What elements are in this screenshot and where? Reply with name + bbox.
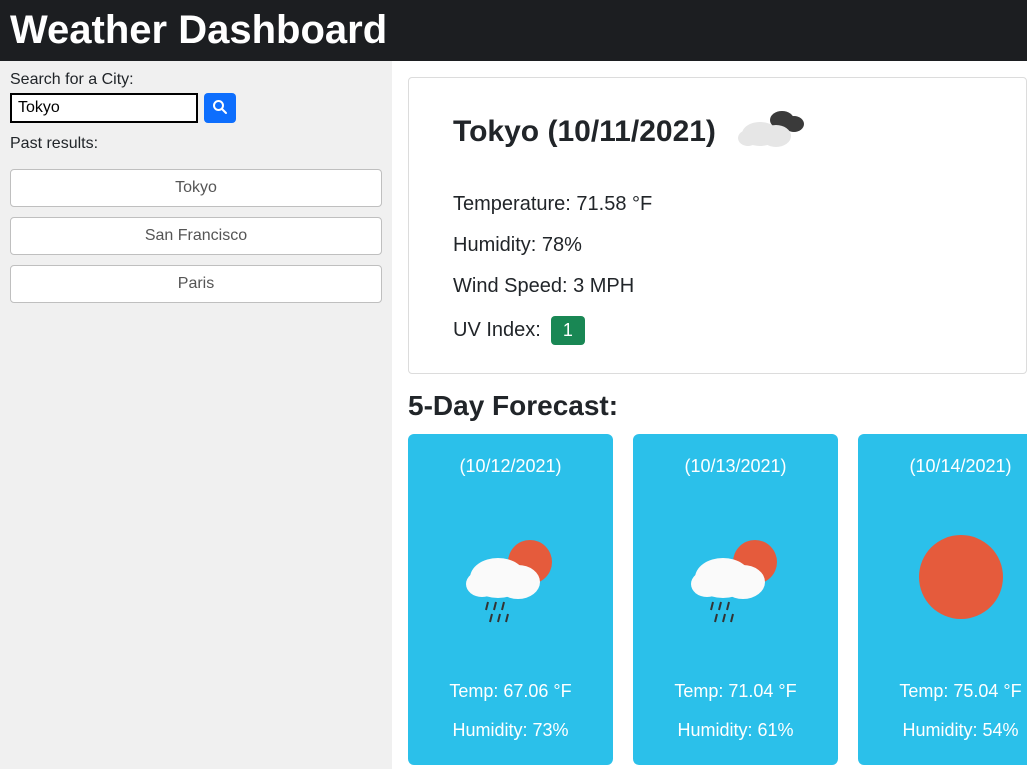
- uv-index-label: UV Index:: [453, 319, 541, 342]
- current-title-row: Tokyo (10/11/2021): [453, 106, 982, 157]
- past-results-label: Past results:: [10, 135, 382, 153]
- forecast-temp: Temp: 67.06 °F: [420, 681, 601, 702]
- sun-icon: [870, 517, 1027, 637]
- rain-sun-icon: [420, 517, 601, 637]
- current-temperature: Temperature: 71.58 °F: [453, 193, 982, 216]
- cloudy-icon: [736, 106, 808, 157]
- main: Tokyo (10/11/2021) Temperature: 71.58 °F…: [392, 61, 1027, 769]
- forecast-row: (10/12/2021) Temp: 67.: [408, 434, 1027, 765]
- current-wind: Wind Speed: 3 MPH: [453, 275, 982, 298]
- current-uv-row: UV Index: 1: [453, 316, 982, 345]
- forecast-card: (10/14/2021) Temp: 75.04 °F Humidity: 54…: [858, 434, 1027, 765]
- city-search-input[interactable]: [10, 93, 198, 123]
- forecast-temp: Temp: 75.04 °F: [870, 681, 1027, 702]
- past-result-tokyo[interactable]: Tokyo: [10, 169, 382, 207]
- rain-sun-icon: [645, 517, 826, 637]
- forecast-card: (10/13/2021) Temp: 71.: [633, 434, 838, 765]
- past-result-paris[interactable]: Paris: [10, 265, 382, 303]
- current-city-date: Tokyo (10/11/2021): [453, 115, 716, 149]
- past-result-san-francisco[interactable]: San Francisco: [10, 217, 382, 255]
- sidebar: Search for a City: Past results: Tokyo S…: [0, 61, 392, 769]
- page-title: Weather Dashboard: [10, 8, 1017, 53]
- forecast-date: (10/12/2021): [420, 456, 601, 477]
- forecast-temp: Temp: 71.04 °F: [645, 681, 826, 702]
- uv-index-badge: 1: [551, 316, 585, 345]
- forecast-title: 5-Day Forecast:: [408, 390, 1027, 422]
- forecast-card: (10/12/2021) Temp: 67.: [408, 434, 613, 765]
- header: Weather Dashboard: [0, 0, 1027, 61]
- forecast-humidity: Humidity: 54%: [870, 720, 1027, 741]
- current-humidity: Humidity: 78%: [453, 234, 982, 257]
- current-weather-card: Tokyo (10/11/2021) Temperature: 71.58 °F…: [408, 77, 1027, 374]
- search-button[interactable]: [204, 93, 236, 123]
- forecast-date: (10/14/2021): [870, 456, 1027, 477]
- search-label: Search for a City:: [10, 71, 382, 89]
- forecast-date: (10/13/2021): [645, 456, 826, 477]
- forecast-humidity: Humidity: 61%: [645, 720, 826, 741]
- layout: Search for a City: Past results: Tokyo S…: [0, 61, 1027, 769]
- forecast-humidity: Humidity: 73%: [420, 720, 601, 741]
- search-row: [10, 93, 382, 123]
- search-icon: [212, 99, 228, 118]
